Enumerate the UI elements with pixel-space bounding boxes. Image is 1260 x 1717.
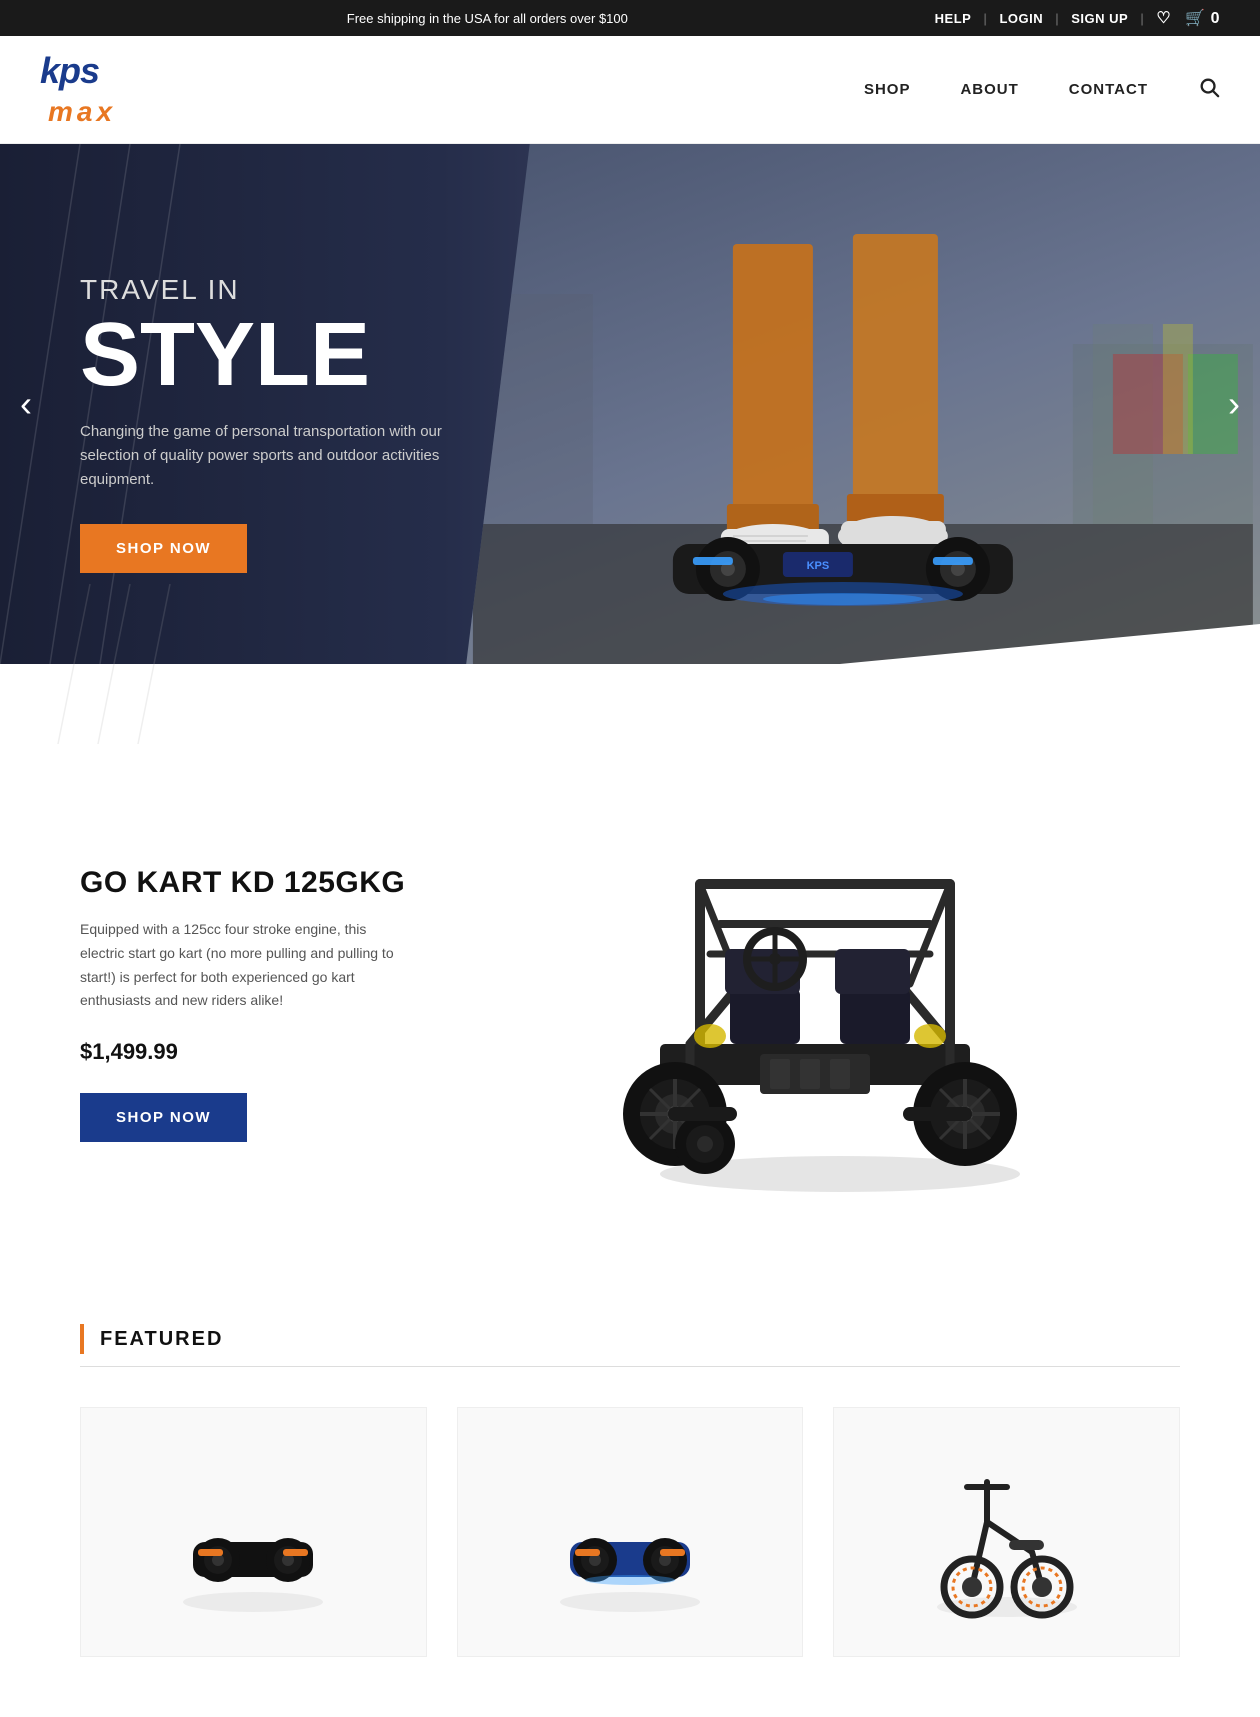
product-title: GO KART KD 125GKG — [80, 866, 460, 900]
nav-about[interactable]: ABOUT — [960, 81, 1018, 98]
top-bar: Free shipping in the USA for all orders … — [0, 0, 1260, 36]
top-bar-icons: ♡ 🛒 0 — [1156, 8, 1220, 28]
hero-style-text: STYLE — [80, 310, 460, 400]
main-nav: SHOP ABOUT CONTACT — [864, 76, 1220, 104]
featured-card-2[interactable] — [457, 1407, 804, 1657]
product-description: Equipped with a 125cc four stroke engine… — [80, 918, 400, 1013]
product-image — [460, 804, 1180, 1204]
logo[interactable]: kps max — [40, 50, 116, 129]
hero-content: TRAVEL IN STYLE Changing the game of per… — [80, 274, 460, 573]
carousel-prev-button[interactable]: ‹ — [20, 383, 32, 425]
cart-count: 0 — [1211, 10, 1220, 27]
carousel-next-button[interactable]: › — [1228, 383, 1240, 425]
hoverboard-2-image — [540, 1442, 720, 1622]
product-shop-now-button[interactable]: ShOP NOW — [80, 1093, 247, 1142]
nav-shop[interactable]: SHOP — [864, 81, 911, 98]
header: kps max SHOP ABOUT CONTACT — [0, 36, 1260, 144]
shipping-message: Free shipping in the USA for all orders … — [40, 11, 935, 26]
svg-text:KPS: KPS — [807, 560, 830, 572]
scooter-image — [917, 1432, 1097, 1632]
hoverboard-1-image — [163, 1442, 343, 1622]
product-section: GO KART KD 125GKG Equipped with a 125cc … — [0, 744, 1260, 1284]
top-bar-actions: HELP | LOGIN | SIGN UP | ♡ 🛒 0 — [935, 8, 1220, 28]
product-price: $1,499.99 — [80, 1039, 460, 1065]
featured-card-1[interactable] — [80, 1407, 427, 1657]
signup-link[interactable]: SIGN UP — [1071, 11, 1128, 26]
featured-title: FEATURED — [100, 1328, 223, 1351]
featured-section: FEATURED — [0, 1284, 1260, 1717]
wishlist-icon[interactable]: ♡ — [1156, 8, 1171, 28]
hero-travel-in: TRAVEL IN — [80, 274, 460, 306]
featured-card-3[interactable] — [833, 1407, 1180, 1657]
hero-illustration: KPS — [466, 144, 1260, 664]
help-link[interactable]: HELP — [935, 11, 972, 26]
login-link[interactable]: LOGIN — [999, 11, 1043, 26]
featured-accent-bar — [80, 1324, 84, 1354]
hero-description: Changing the game of personal transporta… — [80, 420, 460, 492]
nav-contact[interactable]: CONTACT — [1069, 81, 1148, 98]
hero-image-area: KPS — [466, 144, 1260, 664]
hero-shop-now-button[interactable]: Shop NOw — [80, 524, 247, 573]
hero-bottom-transition — [0, 664, 1260, 744]
product-info: GO KART KD 125GKG Equipped with a 125cc … — [80, 866, 460, 1142]
product-cards — [80, 1407, 1180, 1657]
search-button[interactable] — [1198, 76, 1220, 104]
go-kart-illustration — [560, 804, 1080, 1204]
featured-header: FEATURED — [80, 1324, 1180, 1367]
cart-icon[interactable]: 🛒 0 — [1185, 8, 1220, 28]
